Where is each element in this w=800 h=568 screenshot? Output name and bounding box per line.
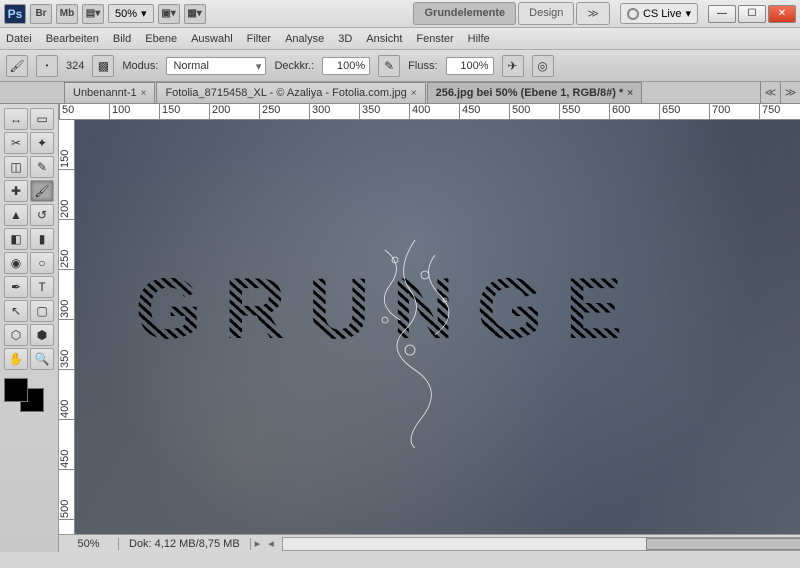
tool-preset-icon[interactable]: 🖌 [6,55,28,77]
gradient-tool[interactable]: ▮ [30,228,54,250]
wand-tool[interactable]: ✦ [30,132,54,154]
document-tabs: Unbenannt-1× Fotolia_8715458_XL - © Azal… [0,82,800,104]
shape-tool[interactable]: ▢ [30,300,54,322]
3d-cam-tool[interactable]: ⬢ [30,324,54,346]
titlebar: Ps Br Mb ▤▾ 50%▾ ▣▾ ▦▾ Grundelemente Des… [0,0,800,28]
maximize-button[interactable]: ☐ [738,5,766,23]
history-brush-tool[interactable]: ↺ [30,204,54,226]
menu-bild[interactable]: Bild [113,33,131,45]
brush-splatter [325,230,505,450]
minimize-button[interactable]: — [708,5,736,23]
menu-hilfe[interactable]: Hilfe [468,33,490,45]
pressure-opacity-icon[interactable]: ✎ [378,55,400,77]
hand-tool[interactable]: ✋ [4,348,28,370]
eraser-tool[interactable]: ◧ [4,228,28,250]
status-zoom[interactable]: 50% [59,538,119,550]
path-tool[interactable]: ↖ [4,300,28,322]
status-bar: 50% Dok: 4,12 MB/8,75 MB ▸ ◂ ▸ [59,534,800,552]
ruler-horizontal[interactable]: 5010015020025030035040045050055060065070… [59,104,800,120]
doc-tab-1[interactable]: Fotolia_8715458_XL - © Azaliya - Fotolia… [156,82,425,103]
close-icon[interactable]: × [411,88,417,99]
tab-prev[interactable]: ≪ [760,82,780,103]
scroll-left-icon[interactable]: ◂ [264,537,278,550]
modus-label: Modus: [122,60,158,72]
workspace-tabs: Grundelemente Design ≫ [413,2,609,25]
zoom-tool[interactable]: 🔍 [30,348,54,370]
bridge-button[interactable]: Br [30,4,52,24]
menu-3d[interactable]: 3D [338,33,352,45]
deckkr-input[interactable]: 100% [322,57,370,75]
status-dok[interactable]: Dok: 4,12 MB/8,75 MB [119,538,251,550]
cslive-icon [627,8,639,20]
fluss-label: Fluss: [408,60,437,72]
fluss-input[interactable]: 100% [446,57,494,75]
tab-next[interactable]: ≫ [780,82,800,103]
workspace-tab-grundelemente[interactable]: Grundelemente [413,2,516,25]
move-tool[interactable]: ↔ [4,108,28,130]
menu-analyse[interactable]: Analyse [285,33,324,45]
menu-datei[interactable]: Datei [6,33,32,45]
crop-tool[interactable]: ◫ [4,156,28,178]
zoom-dropdown[interactable]: 50%▾ [108,4,154,23]
tools-panel: ↔▭ ✂✦ ◫✎ ✚🖌 ▲↺ ◧▮ ◉○ ✒T ↖▢ ⬡⬢ ✋🔍 [0,104,59,552]
dodge-tool[interactable]: ○ [30,252,54,274]
canvas[interactable]: GRUNGE [75,120,800,534]
arrange-icon[interactable]: ▦▾ [184,4,206,24]
screen-mode-icon[interactable]: ▣▾ [158,4,180,24]
workspace-tab-design[interactable]: Design [518,2,574,25]
menubar: Datei Bearbeiten Bild Ebene Auswahl Filt… [0,28,800,50]
doc-tab-2[interactable]: 256.jpg bei 50% (Ebene 1, RGB/8#) *× [427,82,643,103]
modus-select[interactable]: Normal [166,57,266,75]
tab-nav: ≪ ≫ [760,82,800,103]
cslive-button[interactable]: CS Live▾ [620,3,698,24]
status-arrow-icon[interactable]: ▸ [251,537,265,550]
blur-tool[interactable]: ◉ [4,252,28,274]
heal-tool[interactable]: ✚ [4,180,28,202]
menu-fenster[interactable]: Fenster [416,33,453,45]
type-tool[interactable]: T [30,276,54,298]
doc-tab-0[interactable]: Unbenannt-1× [64,82,155,103]
minibridge-button[interactable]: Mb [56,4,78,24]
eyedropper-tool[interactable]: ✎ [30,156,54,178]
deckkr-label: Deckkr.: [274,60,314,72]
pen-tool[interactable]: ✒ [4,276,28,298]
close-button[interactable]: ✕ [768,5,796,23]
main-area: ↔▭ ✂✦ ◫✎ ✚🖌 ▲↺ ◧▮ ◉○ ✒T ↖▢ ⬡⬢ ✋🔍 5010015… [0,104,800,552]
brush-size-label: 324 [66,60,84,72]
layout-icon[interactable]: ▤▾ [82,4,104,24]
menu-ebene[interactable]: Ebene [145,33,177,45]
app-logo[interactable]: Ps [4,4,26,24]
menu-filter[interactable]: Filter [247,33,271,45]
close-icon[interactable]: × [627,88,633,99]
scrollbar-thumb[interactable] [646,538,800,550]
brush-preset-icon[interactable]: • [36,55,58,77]
canvas-area: 5010015020025030035040045050055060065070… [59,104,800,552]
workspace-more[interactable]: ≫ [576,2,610,25]
menu-bearbeiten[interactable]: Bearbeiten [46,33,99,45]
menu-ansicht[interactable]: Ansicht [366,33,402,45]
3d-tool[interactable]: ⬡ [4,324,28,346]
pressure-size-icon[interactable]: ◎ [532,55,554,77]
window-buttons: — ☐ ✕ [708,5,796,23]
brush-panel-icon[interactable]: ▩ [92,55,114,77]
ruler-vertical[interactable]: 1502002503003504004505005506006507007508… [59,120,75,534]
menu-auswahl[interactable]: Auswahl [191,33,233,45]
options-bar: 🖌 • 324 ▩ Modus: Normal Deckkr.: 100% ✎ … [0,50,800,82]
brush-tool[interactable]: 🖌 [30,180,54,202]
stamp-tool[interactable]: ▲ [4,204,28,226]
marquee-tool[interactable]: ▭ [30,108,54,130]
lasso-tool[interactable]: ✂ [4,132,28,154]
scrollbar-horizontal[interactable] [282,537,800,551]
close-icon[interactable]: × [141,88,147,99]
airbrush-icon[interactable]: ✈ [502,55,524,77]
color-swatch[interactable] [4,378,44,412]
